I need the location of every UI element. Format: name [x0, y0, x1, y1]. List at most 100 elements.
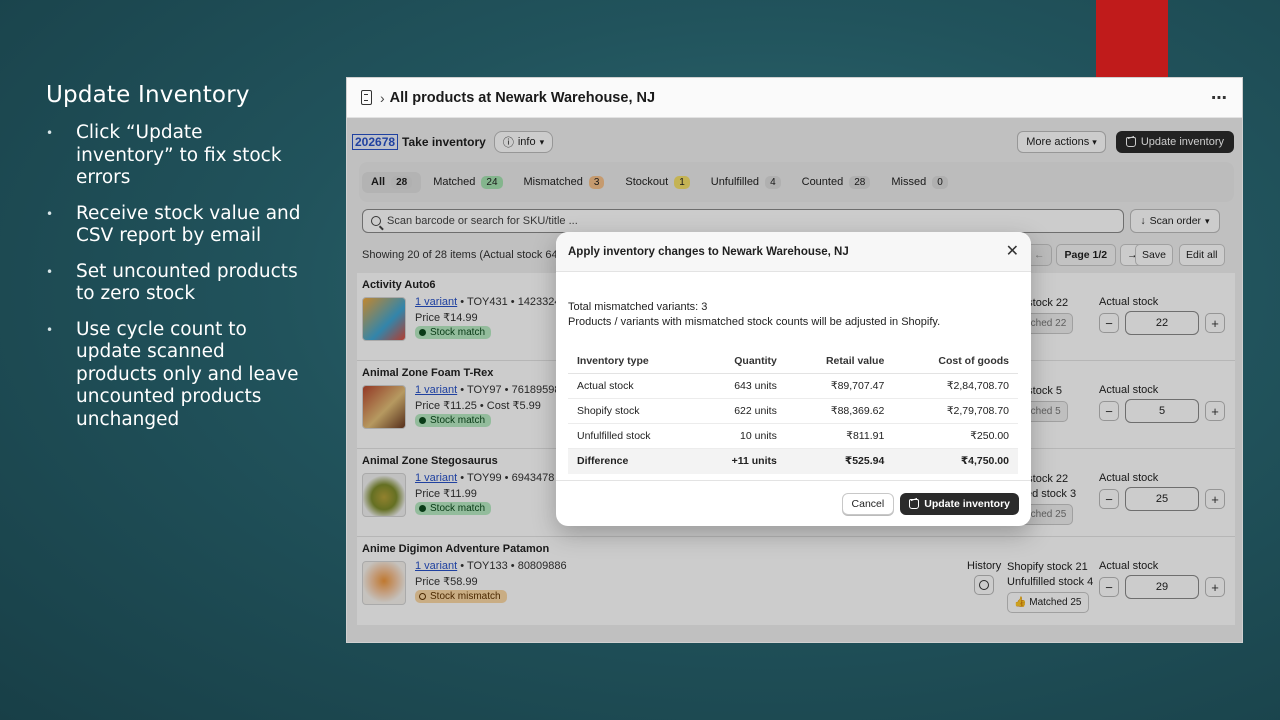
table-cell: ₹2,79,708.70: [893, 398, 1018, 424]
scan-order-button[interactable]: ↓ Scan order ▾: [1130, 209, 1220, 233]
update-inventory-label: Update inventory: [1140, 136, 1224, 148]
increment-button[interactable]: +: [1205, 313, 1225, 333]
actual-stock-label: Actual stock: [1099, 384, 1159, 396]
decrement-button[interactable]: −: [1099, 489, 1119, 509]
tab-mismatched[interactable]: Mismatched 3: [515, 172, 614, 193]
table-cell: ₹811.91: [785, 423, 894, 449]
modal-title: Apply inventory changes to Newark Wareho…: [568, 245, 849, 258]
variant-link[interactable]: 1 variant: [415, 384, 457, 396]
status-badge: Stock match: [415, 502, 492, 515]
unfulfilled-stock: Unfulfilled stock 4: [1007, 576, 1094, 588]
product-row: Anime Digimon Adventure Patamon 1 varian…: [357, 537, 1235, 625]
search-icon: [371, 216, 381, 226]
tab-missed[interactable]: Missed 0: [882, 172, 956, 193]
bullet-dot-icon: •: [46, 206, 54, 221]
table-cell: Difference: [568, 448, 697, 474]
matched-button[interactable]: 👍 Matched 25: [1007, 592, 1089, 613]
product-thumbnail[interactable]: [362, 473, 406, 517]
more-actions-button[interactable]: More actions ▾: [1017, 131, 1106, 153]
status-label: Stock match: [430, 327, 486, 338]
table-cell: ₹525.94: [785, 448, 894, 474]
tab-unfulfilled[interactable]: Unfulfilled 4: [702, 172, 790, 193]
showing-summary: Showing 20 of 28 items (Actual stock 643: [362, 249, 564, 261]
sku-text: • TOY99 • 6943478: [457, 472, 555, 484]
bullet-text: Click “Update inventory” to fix stock er…: [76, 122, 282, 188]
check-dot-icon: [419, 329, 426, 336]
info-dropdown[interactable]: ⓘ info ▾: [493, 131, 554, 153]
info-label: info: [517, 136, 536, 148]
actual-stock-input[interactable]: 25: [1125, 487, 1199, 511]
actual-stock-label: Actual stock: [1099, 296, 1159, 308]
increment-button[interactable]: +: [1205, 401, 1225, 421]
bullet: • Receive stock value and CSV report by e…: [46, 203, 306, 248]
inventory-icon: [909, 498, 920, 509]
product-thumbnail[interactable]: [362, 385, 406, 429]
product-meta: 1 variant • TOY97 • 76189598: [415, 384, 561, 396]
variant-link[interactable]: 1 variant: [415, 296, 457, 308]
cancel-button[interactable]: Cancel: [841, 492, 895, 515]
search-input[interactable]: Scan barcode or search for SKU/title ...: [362, 209, 1124, 233]
actual-stock-input[interactable]: 5: [1125, 399, 1199, 423]
tab-counted[interactable]: Counted 28: [793, 172, 880, 193]
variant-link[interactable]: 1 variant: [415, 472, 457, 484]
more-menu-icon[interactable]: ⋯: [1211, 88, 1228, 108]
table-row: Shopify stock 622 units ₹88,369.62 ₹2,79…: [568, 398, 1018, 424]
product-price: Price ₹58.99: [415, 576, 478, 588]
slide-title: Update Inventory: [46, 82, 250, 108]
decrement-button[interactable]: −: [1099, 313, 1119, 333]
variant-link[interactable]: 1 variant: [415, 560, 457, 572]
status-label: Stock mismatch: [430, 591, 501, 602]
product-price: Price ₹11.25 • Cost ₹5.99: [415, 400, 541, 412]
tab-matched[interactable]: Matched 24: [424, 172, 511, 193]
breadcrumb-separator: ›: [380, 89, 385, 106]
tab-count: 1: [674, 175, 690, 189]
bullet-text: Use cycle count to update scanned produc…: [76, 318, 299, 430]
actual-stock-column: Actual stock − 5 +: [1099, 384, 1225, 423]
increment-button[interactable]: +: [1205, 489, 1225, 509]
actual-stock-input[interactable]: 29: [1125, 575, 1199, 599]
tab-label: Missed: [891, 176, 927, 188]
check-dot-icon: [419, 505, 426, 512]
close-icon[interactable]: ✕: [1006, 243, 1019, 260]
bullet-dot-icon: •: [46, 322, 54, 337]
pagination: ← Page 1/2 →: [1027, 244, 1145, 266]
update-inventory-button[interactable]: Update inventory: [1115, 131, 1234, 153]
bullet: • Set uncounted products to zero stock: [46, 261, 306, 306]
scan-order-label: Scan order: [1149, 215, 1202, 227]
search-placeholder: Scan barcode or search for SKU/title ...: [387, 215, 578, 227]
table-cell: 622 units: [696, 398, 786, 424]
bullet: • Use cycle count to update scanned produ…: [46, 319, 306, 432]
app-topbar: › All products at Newark Warehouse, NJ ⋯: [347, 78, 1242, 118]
product-meta: 1 variant • TOY133 • 80809886: [415, 560, 567, 572]
history-button[interactable]: [974, 575, 995, 595]
product-price: Price ₹11.99: [415, 488, 477, 500]
increment-button[interactable]: +: [1205, 577, 1225, 597]
decrement-button[interactable]: −: [1099, 401, 1119, 421]
history-column: History: [967, 560, 1001, 595]
edit-all-button[interactable]: Edit all: [1179, 244, 1225, 266]
actual-stock-input[interactable]: 22: [1125, 311, 1199, 335]
adjustment-note: Products / variants with mismatched stoc…: [568, 316, 941, 328]
product-meta: 1 variant • TOY99 • 6943478: [415, 472, 554, 484]
table-cell: ₹88,369.62: [785, 398, 894, 424]
product-price: Price ₹14.99: [415, 312, 478, 324]
confirm-update-inventory-button[interactable]: Update inventory: [900, 492, 1019, 515]
tab-all[interactable]: All 28: [362, 171, 422, 193]
tab-stockout[interactable]: Stockout 1: [616, 172, 698, 193]
product-thumbnail[interactable]: [362, 561, 406, 605]
table-cell: 643 units: [696, 373, 786, 399]
table-row: Unfulfilled stock 10 units ₹811.91 ₹250.…: [568, 423, 1018, 449]
product-thumbnail[interactable]: [362, 297, 406, 341]
clipboard-icon[interactable]: [361, 90, 372, 105]
tab-label: All: [371, 176, 386, 188]
tab-count: 28: [391, 175, 413, 189]
modal-footer: Cancel Update inventory: [556, 480, 1031, 526]
status-badge: Stock match: [415, 414, 492, 427]
decrement-button[interactable]: −: [1099, 577, 1119, 597]
mismatch-icon: [419, 593, 426, 600]
save-button[interactable]: Save: [1135, 244, 1173, 266]
modal-body: Total mismatched variants: 3 Products / …: [556, 272, 1031, 474]
chevron-down-icon: ▾: [1205, 215, 1210, 226]
product-name: Anime Digimon Adventure Patamon: [362, 543, 550, 555]
quantity-stepper: − 5 +: [1099, 399, 1225, 423]
